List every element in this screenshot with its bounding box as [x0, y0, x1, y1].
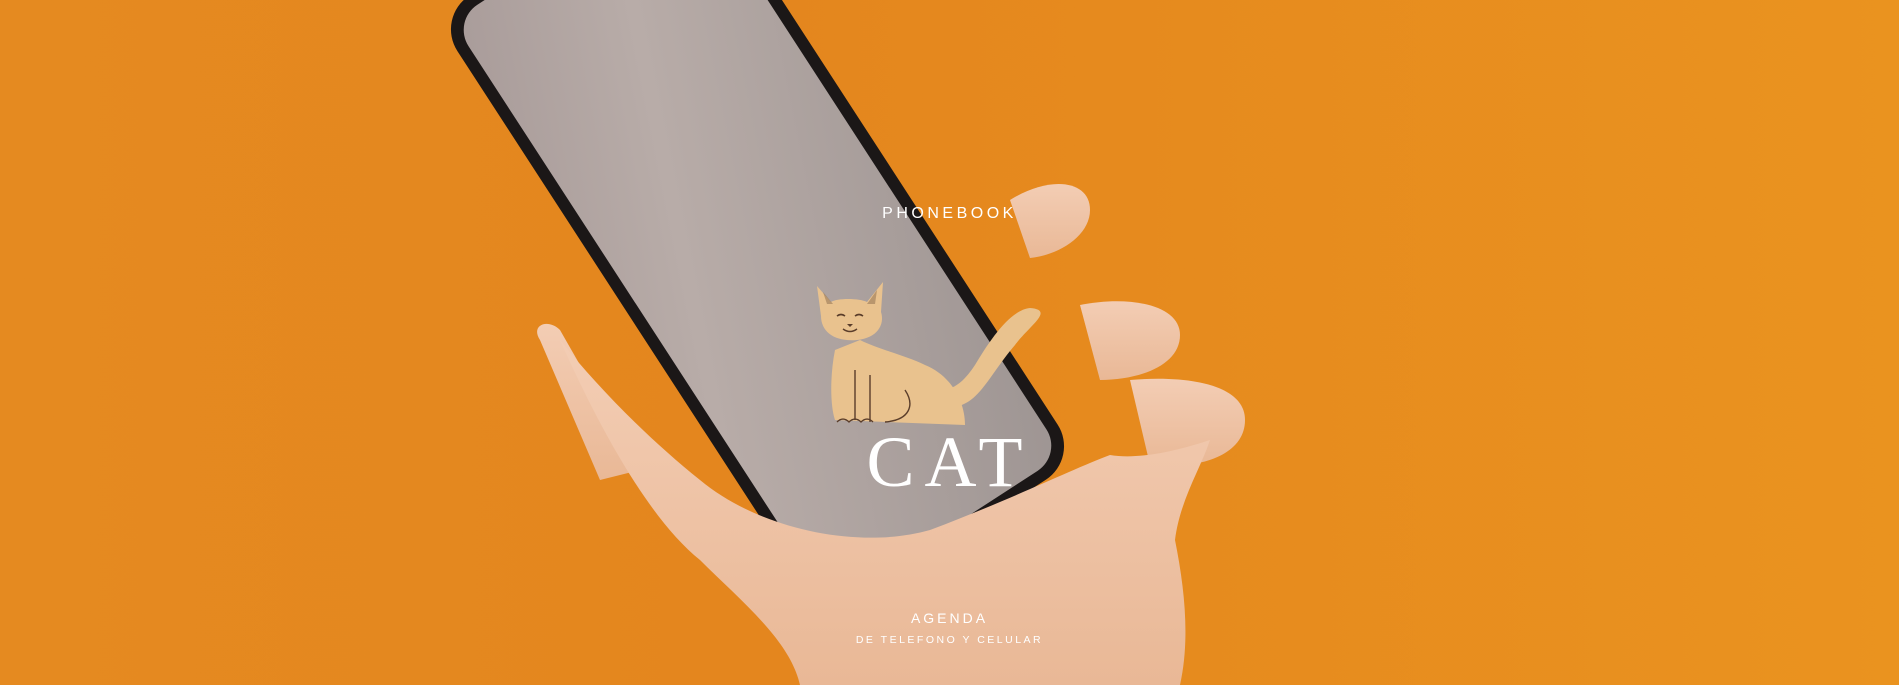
- brand-label: PHONEBOOK: [882, 205, 1017, 222]
- cover-tagline: DE TELEFONO Y CELULAR: [855, 634, 1044, 646]
- phone-in-hand-illustration: [450, 0, 1245, 685]
- cover-subtitle: AGENDA: [910, 610, 989, 626]
- cover-scene: PHONEBOOK CAT AGENDA DE TELEFONO Y CELUL…: [0, 0, 1899, 685]
- cover-title: CAT: [866, 422, 1033, 502]
- finger-middle: [1080, 301, 1180, 380]
